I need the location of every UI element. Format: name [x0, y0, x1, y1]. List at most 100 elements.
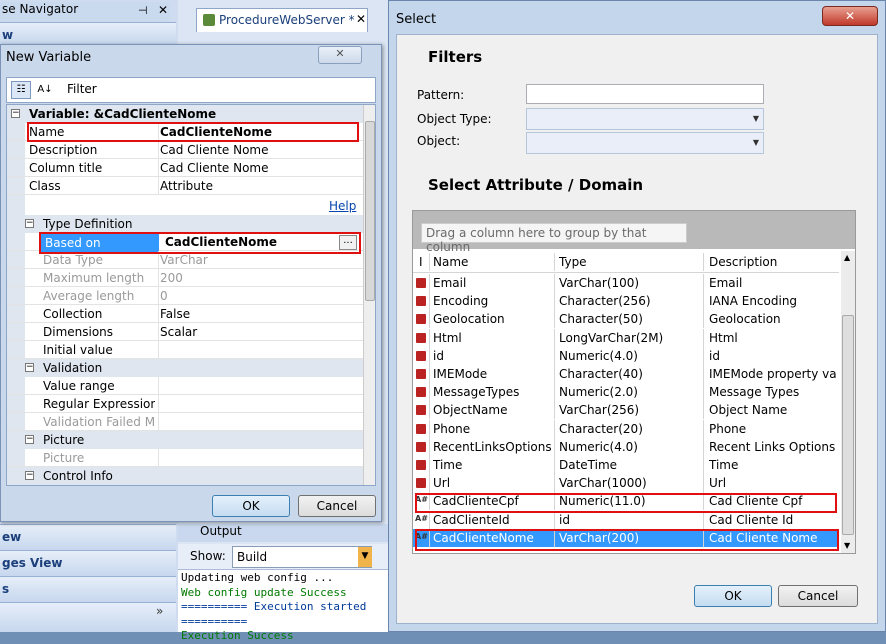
column-divider	[703, 310, 704, 329]
category-variable[interactable]: − Variable: &CadClienteNome	[7, 105, 363, 123]
property-row[interactable]: Value range	[7, 377, 363, 395]
cell-description: id	[709, 348, 720, 363]
column-header-name[interactable]: Name	[433, 255, 468, 269]
collapse-icon[interactable]: −	[25, 435, 34, 444]
collapse-icon[interactable]: −	[25, 219, 34, 228]
cancel-button[interactable]: Cancel	[778, 585, 858, 607]
property-row[interactable]: Collection False	[7, 305, 363, 323]
tab-close-icon[interactable]: ✕	[356, 12, 366, 26]
cancel-button[interactable]: Cancel	[298, 495, 376, 517]
column-divider	[554, 401, 555, 420]
filter-label[interactable]: Filter	[67, 82, 97, 96]
table-row[interactable]: ObjectName VarChar(256) Object Name	[413, 401, 839, 420]
column-divider	[429, 328, 430, 347]
cell-type: Character(20)	[559, 421, 643, 436]
column-divider	[703, 510, 704, 529]
ok-button[interactable]: OK	[212, 495, 290, 517]
cell-type: Numeric(4.0)	[559, 348, 638, 363]
object-type-select[interactable]: ▼	[526, 108, 764, 130]
cell-description: Url	[709, 476, 727, 491]
domain-icon: A#	[415, 513, 428, 523]
property-row[interactable]: Column title Cad Cliente Nome	[7, 159, 363, 177]
scrollbar[interactable]	[363, 105, 375, 485]
column-divider	[554, 253, 555, 271]
category-type-definition[interactable]: − Type Definition	[7, 215, 363, 233]
column-divider	[703, 253, 704, 271]
section-heading: Select Attribute / Domain	[428, 176, 644, 194]
column-divider	[429, 346, 430, 365]
table-row[interactable]: IMEMode Character(40) IMEMode property val…	[413, 365, 839, 383]
table-row[interactable]: A# CadClienteId id Cad Cliente Id	[413, 510, 839, 529]
sort-az-icon[interactable]: A↓	[35, 81, 55, 99]
pin-icon[interactable]: ⊣	[138, 4, 148, 17]
categorized-icon[interactable]: ☷	[11, 81, 31, 99]
ok-button[interactable]: OK	[694, 585, 772, 607]
column-header-i[interactable]: I	[419, 255, 423, 269]
property-row: Picture	[7, 449, 363, 467]
close-icon[interactable]: ✕	[158, 3, 168, 17]
column-divider	[429, 365, 430, 383]
column-divider	[429, 310, 430, 329]
table-row[interactable]: MessageTypes Numeric(2.0) Message Types	[413, 383, 839, 402]
property-row[interactable]: Class Attribute	[7, 177, 363, 195]
scrollbar-thumb[interactable]	[842, 315, 854, 535]
table-row[interactable]: Time DateTime Time	[413, 456, 839, 474]
cell-name: Url	[433, 476, 451, 491]
table-row[interactable]: Html LongVarChar(2M) Html	[413, 328, 839, 347]
property-row[interactable]: Regular Expression	[7, 395, 363, 413]
collapse-icon[interactable]: −	[25, 471, 34, 480]
tab-procedure[interactable]: ProcedureWebServer *	[196, 8, 368, 32]
table-row[interactable]: Encoding Character(256) IANA Encoding	[413, 292, 839, 311]
column-divider	[554, 292, 555, 311]
table-row[interactable]: Url VarChar(1000) Url	[413, 474, 839, 493]
cell-name: Geolocation	[433, 312, 505, 327]
attribute-grid: Drag a column here to group by that colu…	[412, 210, 856, 554]
cell-name: id	[433, 348, 444, 363]
close-button[interactable]: ✕	[318, 46, 362, 64]
column-header-type[interactable]: Type	[559, 255, 587, 269]
category-validation[interactable]: − Validation	[7, 359, 363, 377]
collapse-icon[interactable]: −	[25, 363, 34, 372]
table-row[interactable]: Phone Character(20) Phone	[413, 419, 839, 438]
column-header-description[interactable]: Description	[709, 255, 777, 269]
table-row[interactable]: RecentLinksOptions Numeric(4.0) Recent Lin…	[413, 437, 839, 456]
column-divider	[429, 274, 430, 292]
help-link[interactable]: Help	[329, 199, 356, 213]
scrollbar-thumb[interactable]	[365, 121, 375, 301]
pattern-input[interactable]	[526, 84, 764, 104]
collapse-icon[interactable]: −	[11, 109, 20, 118]
table-row[interactable]: id Numeric(4.0) id	[413, 346, 839, 365]
cell-type: Numeric(2.0)	[559, 385, 638, 400]
cell-type: Character(40)	[559, 367, 643, 381]
property-row[interactable]: Dimensions Scalar	[7, 323, 363, 341]
scrollbar[interactable]: ▲ ▼	[841, 251, 855, 553]
property-row: Maximum length 200	[7, 269, 363, 287]
object-select[interactable]: ▼	[526, 132, 764, 154]
object-type-label: Object Type:	[417, 112, 492, 126]
navigator-item[interactable]: ew	[0, 524, 176, 550]
show-select[interactable]: Build	[232, 546, 372, 568]
column-divider	[703, 456, 704, 474]
chevron-icon[interactable]: »	[156, 604, 163, 618]
column-divider	[429, 474, 430, 493]
cell-description: Recent Links Options	[709, 439, 836, 454]
close-button[interactable]: ✕	[822, 6, 878, 26]
column-divider	[554, 310, 555, 329]
table-row[interactable]: Email VarChar(100) Email	[413, 274, 839, 292]
cell-description: Object Name	[709, 403, 788, 418]
navigator-item[interactable]: ges View	[0, 550, 176, 576]
attribute-icon	[416, 314, 426, 325]
chevron-down-icon[interactable]: ▼	[358, 547, 372, 567]
cell-description: IMEMode property val...	[709, 367, 837, 381]
scroll-up-icon[interactable]: ▲	[844, 253, 850, 262]
navigator-top-item[interactable]: w	[0, 22, 176, 44]
table-row[interactable]: Geolocation Character(50) Geolocation	[413, 310, 839, 329]
property-row[interactable]: Description Cad Cliente Nome	[7, 141, 363, 159]
group-by-bar[interactable]: Drag a column here to group by that colu…	[413, 211, 855, 254]
scroll-down-icon[interactable]: ▼	[844, 541, 850, 550]
category-control-info[interactable]: − Control Info	[7, 467, 363, 485]
navigator-item[interactable]: s	[0, 576, 176, 602]
help-row	[7, 195, 363, 213]
property-row[interactable]: Initial value	[7, 341, 363, 359]
category-picture[interactable]: − Picture	[7, 431, 363, 449]
